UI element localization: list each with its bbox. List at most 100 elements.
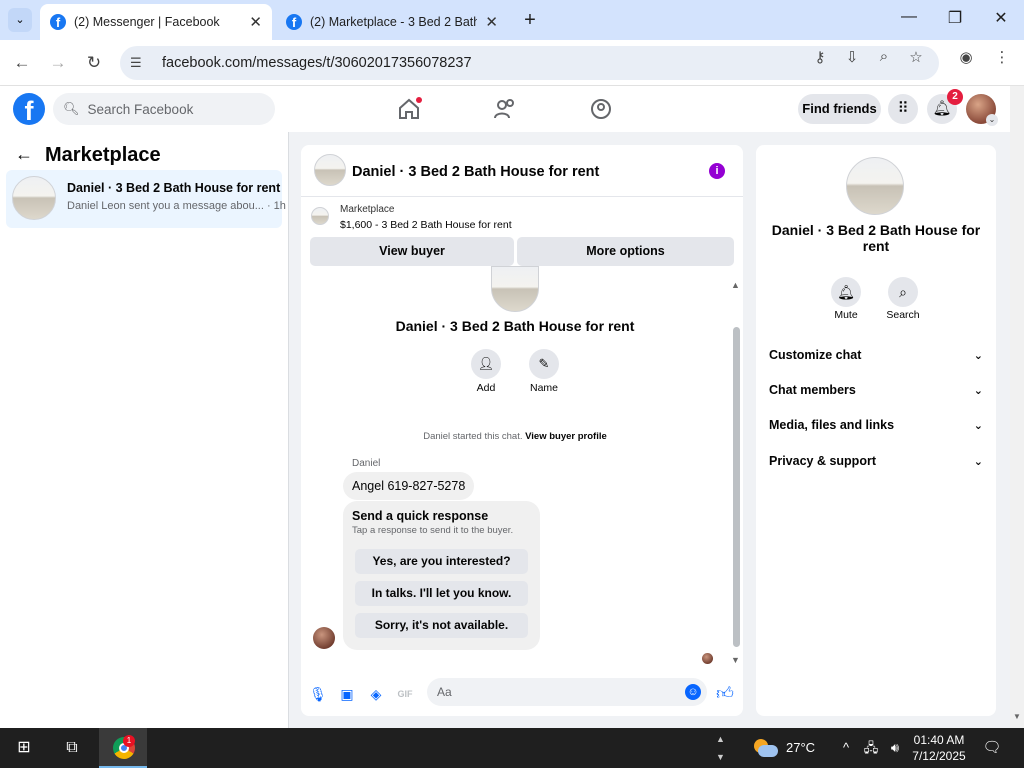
weather-icon[interactable] <box>752 736 780 760</box>
site-info-icon[interactable]: ☰ <box>130 55 152 71</box>
minimize-icon[interactable]: — <box>896 8 922 32</box>
search-icon: 🔍︎ <box>63 101 80 116</box>
close-tab-icon[interactable]: ✕ <box>485 13 498 31</box>
browser-menu-icon[interactable]: ⋮ <box>992 48 1012 68</box>
tab-marketplace[interactable]: f (2) Marketplace - 3 Bed 2 Bath House f… <box>276 4 508 40</box>
clock-date: 7/12/2025 <box>912 749 966 763</box>
pencil-icon[interactable]: ✎ <box>529 349 559 379</box>
conversation-item[interactable]: Daniel · 3 Bed 2 Bath House for rent Dan… <box>6 170 286 228</box>
windows-taskbar: ⊞ ⧉ 1 ▲ ▼ 27°C ^ 🖧 🔊︎ 01:40 AM 7/12/2025 … <box>0 728 1024 768</box>
tab-search-button[interactable]: ⌄ <box>8 8 32 32</box>
maximize-icon[interactable]: ❐ <box>942 8 968 32</box>
view-buyer-profile-link[interactable]: View buyer profile <box>525 431 607 442</box>
add-label: Add <box>476 382 496 394</box>
marketplace-label: Marketplace <box>340 204 395 215</box>
microphone-icon[interactable]: 🎙︎ <box>308 684 328 704</box>
temperature[interactable]: 27°C <box>786 740 815 755</box>
search-facebook-input[interactable]: 🔍︎ Search Facebook <box>53 93 275 125</box>
chat-header-name[interactable]: Daniel · 3 Bed 2 Bath House for rent <box>352 164 599 180</box>
chevron-down-icon: ⌄ <box>973 455 983 468</box>
chat-center-name: Daniel · 3 Bed 2 Bath House for rent <box>395 318 635 334</box>
quick-reply-button[interactable]: Yes, are you interested? <box>355 549 528 574</box>
tab-messenger[interactable]: f (2) Messenger | Facebook ✕ <box>40 4 272 40</box>
media-files-links-row[interactable]: Media, files and links ⌄ <box>769 415 983 435</box>
info-icon[interactable]: i <box>709 163 725 179</box>
sticker-icon[interactable]: ◈ <box>366 684 386 704</box>
photo-icon[interactable]: ▣ <box>337 684 357 704</box>
back-arrow-icon[interactable]: ← <box>15 144 33 165</box>
scrollbar-thumb[interactable] <box>733 327 740 647</box>
chevron-down-icon: ⌄ <box>973 384 983 397</box>
thumbs-up-icon[interactable]: 👍︎ <box>715 684 735 704</box>
screen: ⌄ f (2) Messenger | Facebook ✕ f (2) Mar… <box>0 0 1024 768</box>
browser-tab-strip: ⌄ f (2) Messenger | Facebook ✕ f (2) Mar… <box>0 0 1024 40</box>
view-buyer-button[interactable]: View buyer <box>310 237 514 266</box>
section-label: Media, files and links <box>769 418 895 432</box>
quick-response-card: Send a quick response Tap a response to … <box>343 501 540 650</box>
taskbar-scroll-icon[interactable]: ▲ ▼ <box>716 730 725 766</box>
name-label: Name <box>529 382 558 394</box>
customize-chat-row[interactable]: Customize chat ⌄ <box>769 345 983 365</box>
scroll-down-icon[interactable]: ▼ <box>731 655 740 665</box>
reload-icon[interactable]: ↻ <box>81 50 107 76</box>
show-hidden-icons-icon[interactable]: ^ <box>836 728 856 768</box>
listing-title[interactable]: $1,600 - 3 Bed 2 Bath House for rent <box>340 219 512 231</box>
friends-icon[interactable] <box>492 97 518 121</box>
account-chevron-icon[interactable]: ⌄ <box>986 114 998 126</box>
home-icon[interactable] <box>396 97 422 121</box>
emoji-icon[interactable]: ☺ <box>685 684 701 700</box>
chat-scrollbar[interactable]: ▲ ▼ <box>730 280 742 665</box>
gif-icon[interactable]: GIF <box>395 684 415 704</box>
browser-toolbar: ← → ↻ ☰ facebook.com/messages/t/30602017… <box>0 40 1024 86</box>
scroll-down-icon[interactable]: ▼ <box>1013 712 1021 721</box>
clock-time: 01:40 AM <box>913 733 965 747</box>
facebook-favicon-icon: f <box>286 14 302 30</box>
close-tab-icon[interactable]: ✕ <box>249 13 262 31</box>
task-view-icon[interactable]: ⧉ <box>52 728 92 768</box>
zoom-icon[interactable]: ⌕ <box>874 48 894 68</box>
bookmark-star-icon[interactable]: ☆ <box>906 48 926 68</box>
back-arrow-icon[interactable]: ← <box>9 50 35 76</box>
notification-center-icon[interactable]: 🗨︎ <box>980 728 1004 768</box>
menu-grid-icon[interactable]: ⠿ <box>888 94 918 124</box>
chat-avatar[interactable] <box>314 154 346 186</box>
quick-reply-button[interactable]: In talks. I'll let you know. <box>355 581 528 606</box>
network-icon[interactable]: 🖧 <box>860 728 882 768</box>
message-composer: 🎙︎ ▣ ◈ GIF Aa ☺ 👍︎ <box>301 674 743 716</box>
message-bubble[interactable]: Angel 619-827-5278 <box>343 472 475 500</box>
search-placeholder: Search Facebook <box>87 101 194 117</box>
message-input[interactable]: Aa <box>427 678 707 706</box>
close-window-icon[interactable]: ✕ <box>988 8 1014 32</box>
find-friends-button[interactable]: Find friends <box>798 94 881 124</box>
marketplace-sidebar: ← Marketplace Daniel · 3 Bed 2 Bath Hous… <box>0 132 289 728</box>
chat-panel: Daniel · 3 Bed 2 Bath House for rent i M… <box>301 145 743 716</box>
page-scrollbar[interactable]: ▼ <box>1010 86 1024 728</box>
install-app-icon[interactable]: ⇩ <box>842 48 862 68</box>
search-icon[interactable]: ⌕ <box>888 277 918 307</box>
forward-arrow-icon[interactable]: → <box>45 50 71 76</box>
listing-thumbnail <box>311 207 329 225</box>
groups-icon[interactable] <box>588 97 614 121</box>
details-avatar <box>846 157 904 215</box>
add-person-icon[interactable]: 👤︎ <box>471 349 501 379</box>
quick-reply-button[interactable]: Sorry, it's not available. <box>355 613 528 638</box>
new-tab-button[interactable]: + <box>518 8 542 32</box>
profile-icon[interactable]: ◉ <box>956 48 976 68</box>
privacy-support-row[interactable]: Privacy & support ⌄ <box>769 451 983 471</box>
sender-name: Daniel <box>352 458 381 469</box>
facebook-logo-icon[interactable]: f <box>13 93 45 126</box>
windows-start-icon[interactable]: ⊞ <box>4 728 44 768</box>
chrome-taskbar-button[interactable]: 1 <box>99 728 147 768</box>
volume-icon[interactable]: 🔊︎ <box>884 728 906 768</box>
sender-avatar <box>313 627 335 649</box>
chat-members-row[interactable]: Chat members ⌄ <box>769 380 983 400</box>
started-text: Daniel started this chat. <box>423 431 523 442</box>
mute-bell-icon[interactable]: 🔔︎ <box>831 277 861 307</box>
read-receipt-avatar <box>702 653 713 664</box>
chat-started-notice: Daniel started this chat. View buyer pro… <box>301 431 729 442</box>
password-key-icon[interactable]: ⚷ <box>810 48 830 68</box>
chevron-down-icon: ⌄ <box>973 349 983 362</box>
more-options-button[interactable]: More options <box>517 237 734 266</box>
scroll-up-icon[interactable]: ▲ <box>731 280 740 290</box>
system-clock[interactable]: 01:40 AM 7/12/2025 <box>906 732 972 764</box>
